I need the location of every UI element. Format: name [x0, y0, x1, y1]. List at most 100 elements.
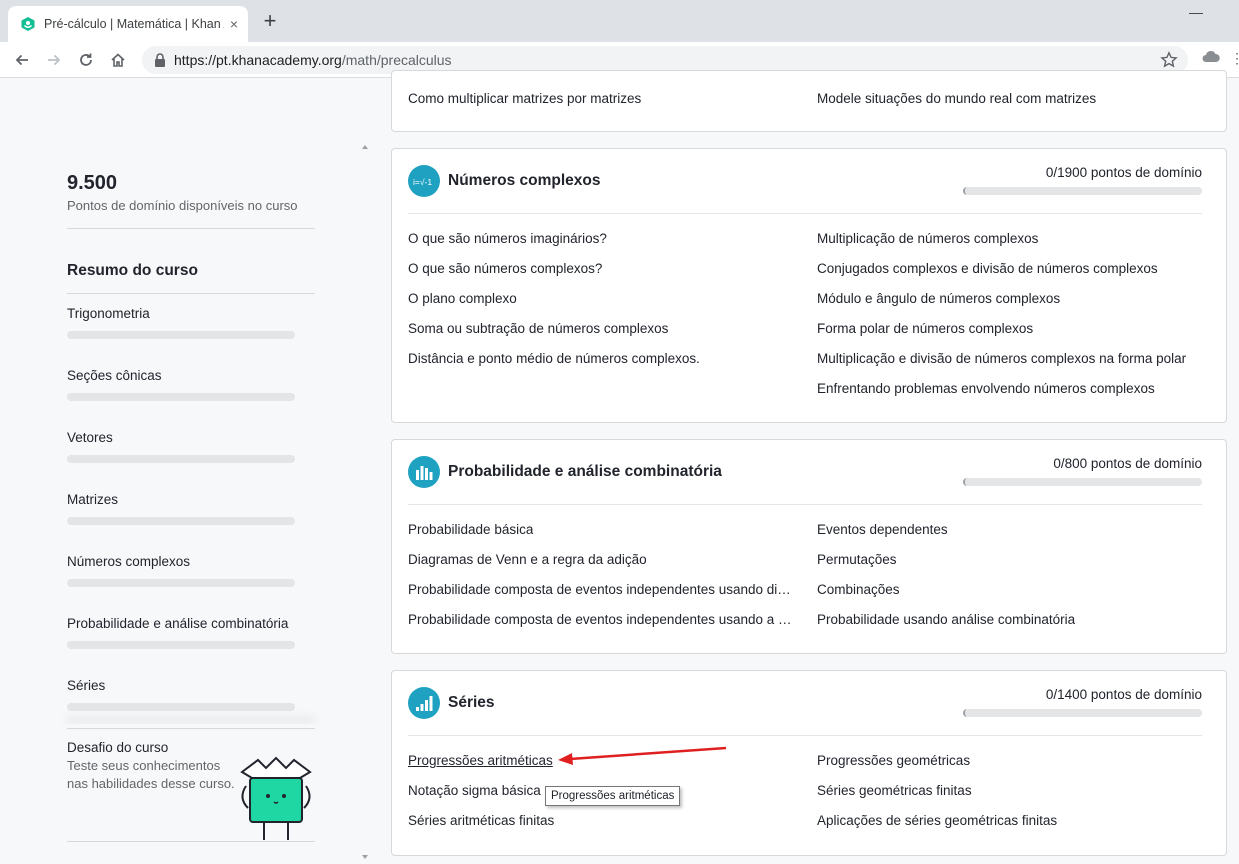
progress-bar — [67, 579, 295, 587]
url-host: https://pt.khanacademy.org — [174, 52, 342, 68]
course-summary-title: Resumo do curso — [67, 262, 198, 279]
progress-bar — [67, 455, 295, 463]
divider — [67, 728, 315, 729]
sidebar-item-series[interactable]: Séries — [67, 678, 315, 711]
progress-bar — [67, 517, 295, 525]
unit-title[interactable]: Probabilidade e análise combinatória — [448, 463, 722, 481]
sidebar-item-label: Seções cônicas — [67, 368, 162, 383]
unit-card-header: Probabilidade e análise combinatória 0/8… — [408, 456, 1202, 490]
tab-close-icon[interactable]: × — [230, 16, 238, 32]
home-button[interactable] — [106, 48, 130, 72]
divider — [67, 841, 315, 842]
extension-icon[interactable] — [1202, 48, 1220, 66]
divider — [67, 228, 315, 229]
course-sidebar: 9.500 Pontos de domínio disponíveis no c… — [0, 78, 372, 864]
lesson-link[interactable]: Notação sigma básica — [408, 783, 541, 798]
lesson-link[interactable]: Eventos dependentes — [817, 522, 948, 537]
lesson-link[interactable]: Forma polar de números complexos — [817, 321, 1033, 336]
divider — [408, 213, 1202, 214]
lesson-link[interactable]: Módulo e ângulo de números complexos — [817, 291, 1060, 306]
unit-title[interactable]: Números complexos — [448, 172, 600, 190]
divider — [67, 293, 315, 294]
sidebar-scrollbar[interactable] — [358, 140, 372, 864]
bookmark-star-icon[interactable] — [1160, 51, 1178, 69]
lesson-link[interactable]: Diagramas de Venn e a regra da adição — [408, 552, 647, 567]
lesson-link[interactable]: O plano complexo — [408, 291, 517, 306]
bar-chart-icon — [408, 456, 440, 488]
lesson-link[interactable]: Multiplicação e divisão de números compl… — [817, 351, 1186, 366]
lesson-link[interactable]: O que são números complexos? — [408, 261, 602, 276]
mastery-points: 0/800 pontos de domínio — [1053, 456, 1202, 471]
url-path: /math/precalculus — [341, 52, 452, 68]
lesson-link[interactable]: Modele situações do mundo real com matri… — [817, 91, 1096, 106]
lesson-link[interactable]: Probabilidade composta de eventos indepe… — [408, 612, 796, 627]
sidebar-item-vetores[interactable]: Vetores — [67, 430, 315, 463]
lesson-link[interactable]: Como multiplicar matrizes por matrizes — [408, 91, 641, 106]
series-icon — [408, 687, 440, 719]
unit-title[interactable]: Séries — [448, 694, 495, 712]
unit-card-series: Séries 0/1400 pontos de domínio Progress… — [391, 670, 1227, 856]
lesson-link[interactable]: Conjugados complexos e divisão de número… — [817, 261, 1158, 276]
new-tab-button[interactable]: + — [258, 10, 282, 34]
khan-academy-favicon-icon — [21, 17, 35, 31]
progress-bar — [67, 641, 295, 649]
browser-menu-icon[interactable]: ⋮ — [1230, 50, 1239, 67]
lesson-link[interactable]: O que são números imaginários? — [408, 231, 607, 246]
lock-icon — [155, 53, 165, 67]
unit-progress-bar — [963, 478, 1202, 486]
lesson-link[interactable]: Soma ou subtração de números complexos — [408, 321, 668, 336]
reload-icon — [80, 53, 92, 66]
divider — [408, 504, 1202, 505]
sidebar-item-secoes-conicas[interactable]: Seções cônicas — [67, 368, 315, 401]
mascot-illustration-icon — [240, 756, 312, 840]
unit-card-header: Séries 0/1400 pontos de domínio — [408, 687, 1202, 721]
lesson-link-hovered[interactable]: Progressões aritméticas — [408, 753, 553, 768]
course-challenge[interactable]: Desafio do curso Teste seus conhecimento… — [67, 740, 237, 793]
back-arrow-icon — [15, 54, 28, 66]
unit-progress-bar — [963, 709, 1202, 717]
lesson-link[interactable]: Séries aritméticas finitas — [408, 813, 554, 828]
browser-tab[interactable]: Pré-cálculo | Matemática | Khan Academy … — [8, 6, 248, 42]
unit-card-complex-numbers: i=√-1 Números complexos 0/1900 pontos de… — [391, 148, 1227, 423]
lesson-link[interactable]: Progressões geométricas — [817, 753, 970, 768]
unit-card-probability: Probabilidade e análise combinatória 0/8… — [391, 439, 1227, 654]
sidebar-item-numeros-complexos[interactable]: Números complexos — [67, 554, 315, 587]
unit-progress-bar — [963, 187, 1202, 195]
lesson-link[interactable]: Probabilidade usando análise combinatóri… — [817, 612, 1075, 627]
home-icon — [111, 53, 125, 67]
lesson-link[interactable]: Distância e ponto médio de números compl… — [408, 351, 700, 366]
lesson-link[interactable]: Probabilidade composta de eventos indepe… — [408, 582, 796, 597]
url-text: https://pt.khanacademy.org/math/precalcu… — [174, 52, 452, 68]
back-button[interactable] — [10, 48, 34, 72]
sidebar-item-trigonometria[interactable]: Trigonometria — [67, 306, 315, 339]
tab-title: Pré-cálculo | Matemática | Khan Academy — [44, 17, 224, 31]
course-challenge-title: Desafio do curso — [67, 740, 169, 755]
minimize-button[interactable]: — — [1189, 4, 1203, 20]
unit-card-matrices: Como multiplicar matrizes por matrizes M… — [391, 70, 1227, 132]
sidebar-item-matrizes[interactable]: Matrizes — [67, 492, 315, 525]
sidebar-item-probabilidade[interactable]: Probabilidade e análise combinatória — [67, 616, 315, 649]
forward-button[interactable] — [42, 48, 66, 72]
mastery-points: 0/1400 pontos de domínio — [1045, 687, 1202, 702]
mastery-points-caption: Pontos de domínio disponíveis no curso — [67, 198, 298, 213]
progress-bar — [67, 393, 295, 401]
tab-strip: Pré-cálculo | Matemática | Khan Academy … — [0, 0, 1239, 42]
mastery-points: 0/1900 pontos de domínio — [1045, 165, 1202, 180]
lesson-link[interactable]: Multiplicação de números complexos — [817, 231, 1038, 246]
lesson-link[interactable]: Permutações — [817, 552, 897, 567]
course-challenge-description: Teste seus conhecimentos nas habilidades… — [67, 758, 235, 791]
lesson-link[interactable]: Enfrentando problemas envolvendo números… — [817, 381, 1155, 396]
lesson-link[interactable]: Séries geométricas finitas — [817, 783, 972, 798]
reload-button[interactable] — [74, 48, 98, 72]
sidebar-item-label: Séries — [67, 678, 106, 693]
forward-arrow-icon — [48, 54, 61, 66]
sidebar-item-label: Matrizes — [67, 492, 119, 507]
lesson-link[interactable]: Probabilidade básica — [408, 522, 533, 537]
divider — [408, 735, 1202, 736]
link-tooltip: Progressões aritméticas — [545, 786, 681, 806]
lesson-link[interactable]: Combinações — [817, 582, 900, 597]
lesson-link[interactable]: Aplicações de séries geométricas finitas — [817, 813, 1057, 828]
mastery-points-total: 9.500 — [67, 172, 118, 194]
complex-numbers-icon: i=√-1 — [408, 165, 440, 197]
sidebar-item-label: Números complexos — [67, 554, 191, 569]
